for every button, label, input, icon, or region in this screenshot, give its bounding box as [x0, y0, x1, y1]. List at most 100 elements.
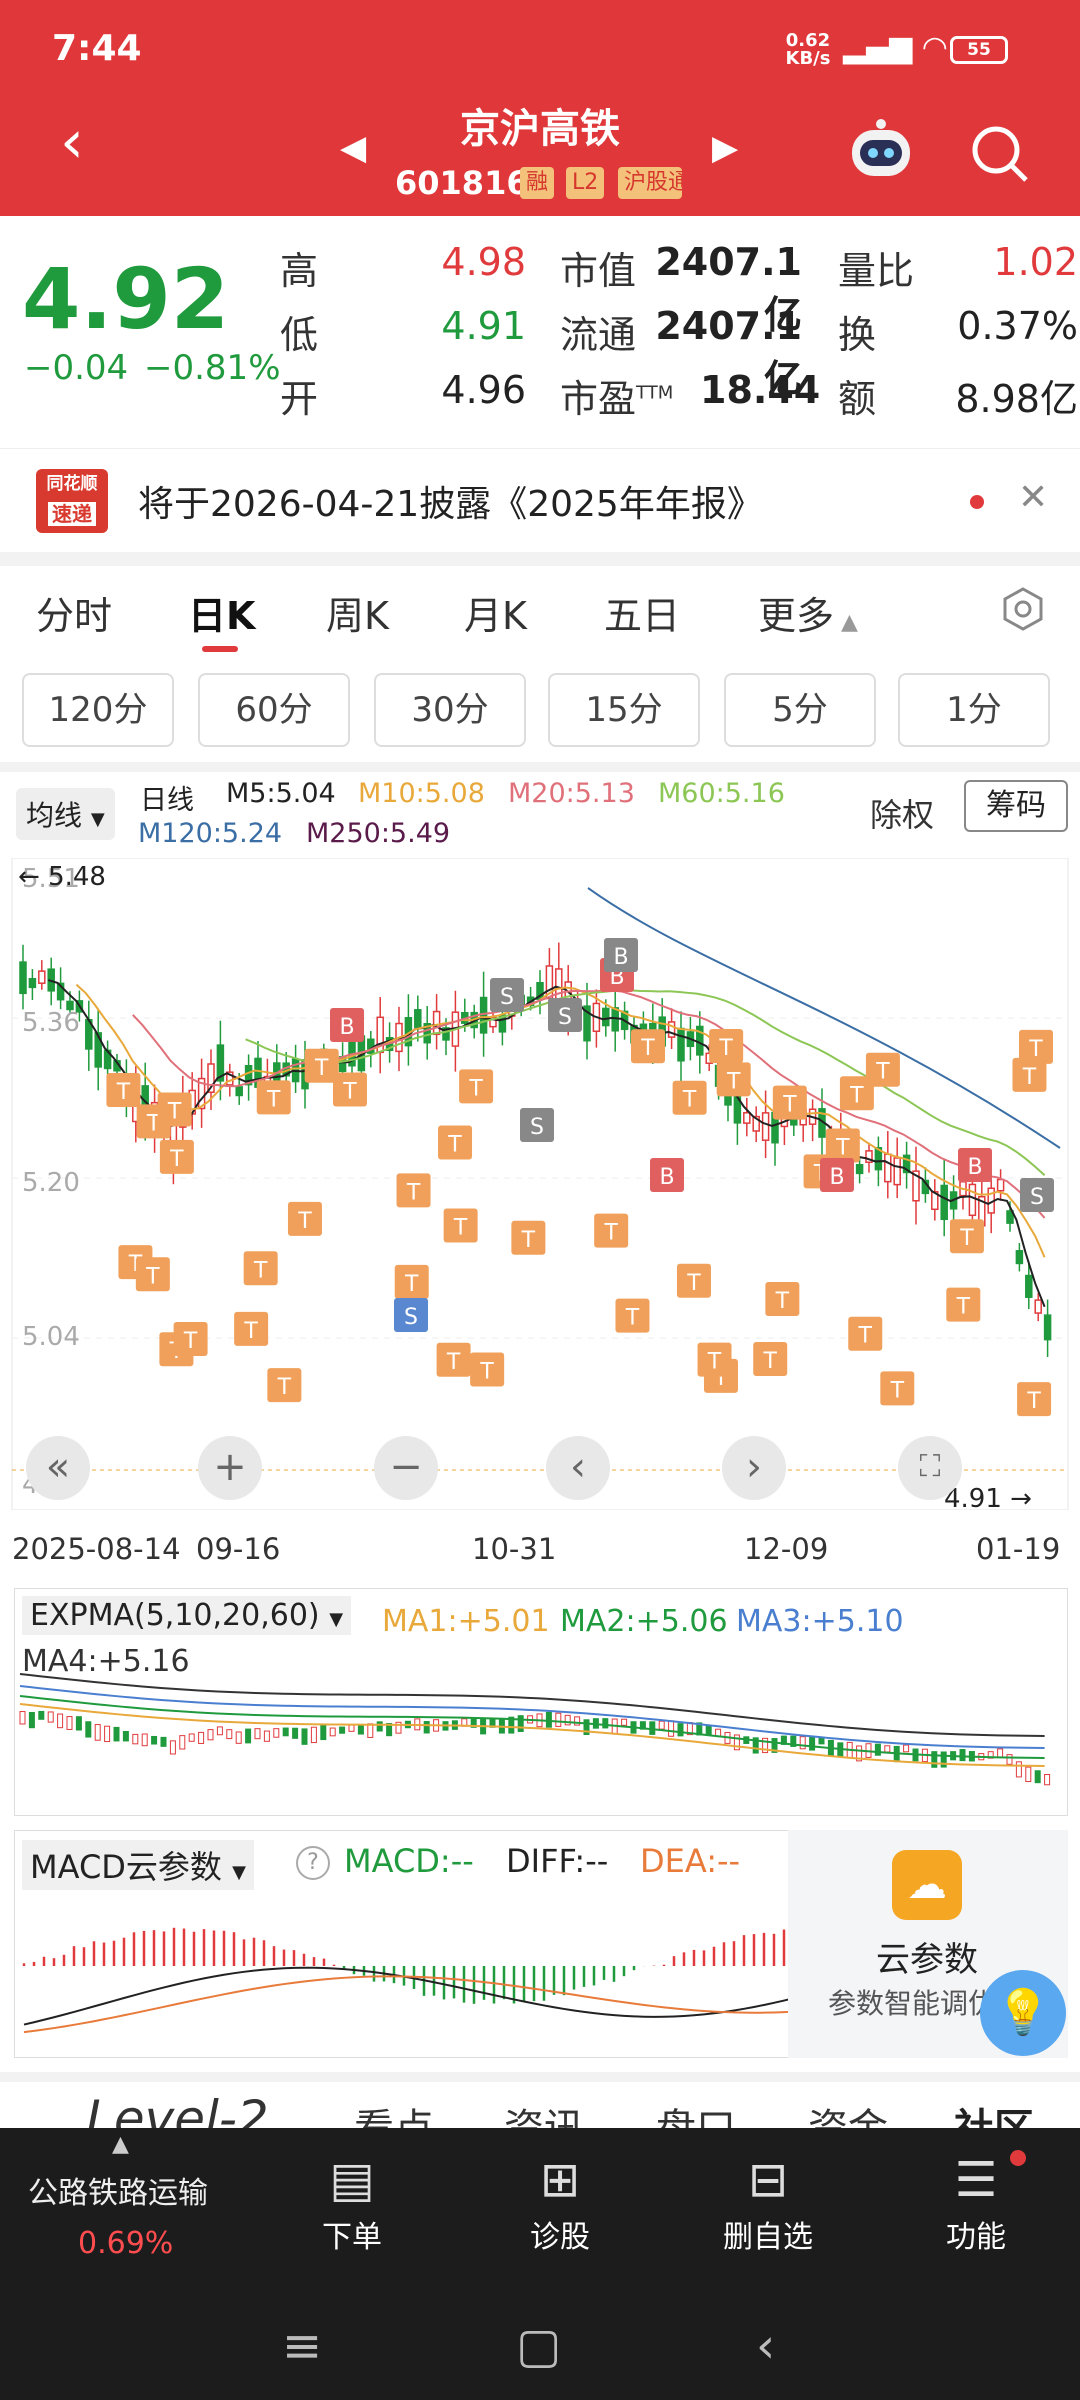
- low-label: 低: [280, 313, 319, 357]
- expma-candle: [357, 1724, 364, 1735]
- remove-watchlist-button[interactable]: ⊟ 删自选: [698, 2148, 838, 2256]
- price-change-pct: −0.81%: [144, 348, 281, 388]
- signal-marker-label: S: [404, 1305, 418, 1330]
- trade-marker-label: T: [875, 1060, 890, 1085]
- open-label: 开: [280, 377, 319, 421]
- trade-marker-label: T: [243, 1319, 258, 1344]
- y-axis-label: 5.04: [22, 1322, 80, 1352]
- functions-button[interactable]: ☰ 功能: [906, 2148, 1046, 2256]
- trade-marker-label: T: [167, 1100, 182, 1125]
- order-button[interactable]: ▤ 下单: [282, 2148, 422, 2256]
- trade-marker-label: T: [762, 1349, 777, 1374]
- ma20-label: M20:5.13: [508, 778, 635, 809]
- expma-candle: [809, 1736, 816, 1751]
- tab-daily-k[interactable]: 日K: [188, 585, 255, 640]
- expand-icon[interactable]: ▲: [112, 2132, 129, 2157]
- search-icon[interactable]: [970, 124, 1030, 184]
- header: 7:44 0.62 KB/s ▂▄▆ ◠ 55 ‹ 京沪高铁 ◀ ▶ 601816…: [0, 0, 1080, 216]
- trade-marker-label: T: [183, 1329, 198, 1354]
- candle-body: [479, 996, 488, 1034]
- tab-news[interactable]: 资讯: [504, 2096, 584, 2128]
- settings-icon[interactable]: [1000, 586, 1046, 632]
- chip-button[interactable]: 筹码: [964, 780, 1068, 832]
- expma-candle: [705, 1725, 712, 1736]
- trade-marker-label: T: [1026, 1389, 1041, 1414]
- candle-body: [677, 1027, 685, 1062]
- expma-candle: [517, 1715, 524, 1732]
- period-15m[interactable]: 15分: [548, 673, 700, 747]
- turnover-value: 0.37%: [957, 304, 1078, 348]
- trade-marker-label: T: [682, 1088, 697, 1113]
- expma-candle: [94, 1724, 101, 1741]
- tab-monthly-k[interactable]: 月K: [464, 585, 527, 640]
- scroll-left-icon[interactable]: ‹: [546, 1436, 610, 1500]
- ma5-line: [47, 979, 1046, 1308]
- tab-more[interactable]: 更多 ▲: [758, 585, 858, 640]
- trade-marker-label: T: [266, 1087, 281, 1112]
- diagnose-icon: ⊞: [539, 2152, 581, 2208]
- trade-marker-label: T: [446, 1350, 461, 1375]
- expma-selector[interactable]: EXPMA(5,10,20,60) ▼: [22, 1596, 352, 1635]
- sector-name[interactable]: 公路铁路运输: [28, 2168, 208, 2212]
- macd-selector[interactable]: MACD云参数 ▼: [22, 1840, 254, 1890]
- recent-apps-icon[interactable]: ≡: [282, 2318, 322, 2374]
- robot-assistant-icon[interactable]: [848, 118, 914, 182]
- expma-candle: [66, 1716, 73, 1730]
- tab-funds[interactable]: 资金: [808, 2096, 888, 2128]
- adjust-label[interactable]: 除权: [870, 790, 934, 836]
- scroll-left-far-icon[interactable]: «: [26, 1436, 90, 1500]
- tab-highlights[interactable]: 看点: [354, 2096, 434, 2128]
- trade-marker-label: T: [521, 1228, 536, 1253]
- close-icon[interactable]: ✕: [1018, 477, 1048, 518]
- diagnose-button[interactable]: ⊞ 诊股: [490, 2148, 630, 2256]
- tab-level2[interactable]: Level-2: [86, 2090, 269, 2128]
- zoom-out-icon[interactable]: −: [374, 1436, 438, 1500]
- period-60m[interactable]: 60分: [198, 673, 350, 747]
- price-change: −0.04: [24, 348, 129, 388]
- trade-marker-label: T: [277, 1375, 292, 1400]
- period-30m[interactable]: 30分: [374, 673, 526, 747]
- tab-orderbook[interactable]: 盘口: [656, 2096, 736, 2128]
- ma5-label: M5:5.04: [226, 778, 336, 809]
- expma-ma2: MA2:+5.06: [560, 1604, 728, 1639]
- ma-selector[interactable]: 均线 ▼: [16, 788, 115, 840]
- trade-marker-label: T: [858, 1324, 873, 1349]
- fullscreen-icon[interactable]: ⛶: [898, 1436, 962, 1500]
- zoom-in-icon[interactable]: +: [198, 1436, 262, 1500]
- date-label: 2025-08-14: [12, 1532, 181, 1566]
- period-1m[interactable]: 1分: [898, 673, 1050, 747]
- trade-marker-label: T: [775, 1289, 790, 1314]
- scroll-right-icon[interactable]: ›: [722, 1436, 786, 1500]
- candle-body: [19, 961, 27, 995]
- expma-candle: [254, 1728, 261, 1740]
- chart-frame: [11, 858, 1069, 1510]
- tab-community[interactable]: 社区: [954, 2096, 1034, 2128]
- signal-marker-label: S: [558, 1005, 572, 1030]
- cloud-icon: ☁: [892, 1850, 962, 1920]
- candle-body: [940, 1184, 948, 1221]
- home-icon[interactable]: ▢: [516, 2318, 561, 2374]
- trade-marker-label: T: [406, 1180, 421, 1205]
- tab-weekly-k[interactable]: 周K: [326, 585, 389, 640]
- kline-chart[interactable]: TTTTTTTTTTTT TTTTTTTTTTTTTTTTTTTTTTTTTTTT…: [0, 858, 1080, 1510]
- date-label: 12-09: [744, 1532, 829, 1566]
- period-5m[interactable]: 5分: [724, 673, 876, 747]
- expma-candle: [884, 1745, 891, 1753]
- expma-candle: [216, 1726, 223, 1736]
- ma60-label: M60:5.16: [658, 778, 785, 809]
- period-120m[interactable]: 120分: [22, 673, 174, 747]
- lightbulb-icon[interactable]: 💡: [980, 1970, 1066, 2056]
- tab-intraday[interactable]: 分时: [36, 585, 112, 640]
- expma-candle: [903, 1744, 910, 1753]
- trade-marker-label: T: [956, 1295, 971, 1320]
- clock: 7:44: [52, 28, 142, 69]
- notice-bar[interactable]: 同花顺 速递 将于2026-04-21披露《2025年年报》 ✕: [0, 448, 1080, 552]
- prev-stock-icon[interactable]: ◀: [340, 128, 366, 168]
- expma-candle: [1044, 1773, 1051, 1786]
- signal-marker-label: B: [659, 1165, 674, 1190]
- expma-candle: [348, 1724, 355, 1732]
- tab-five-day[interactable]: 五日: [604, 585, 680, 640]
- back-nav-icon[interactable]: ‹: [756, 2318, 775, 2374]
- next-stock-icon[interactable]: ▶: [712, 128, 738, 168]
- help-icon[interactable]: ?: [296, 1846, 330, 1880]
